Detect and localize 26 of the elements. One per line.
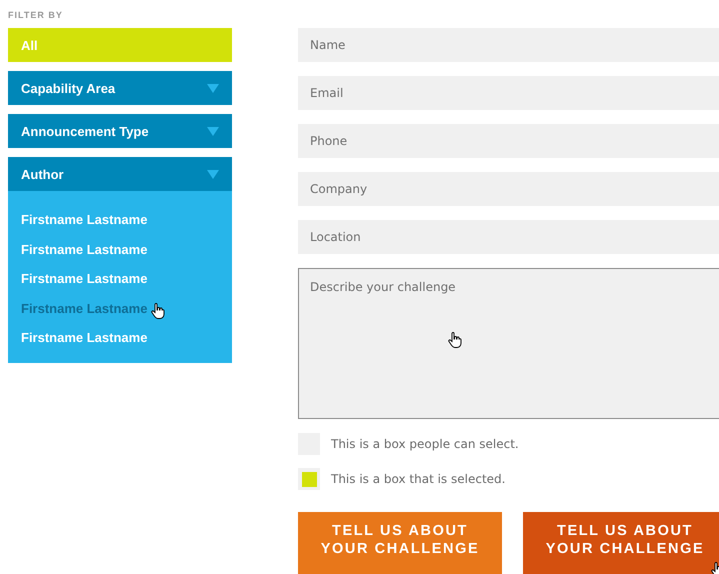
caret-icon xyxy=(207,84,219,92)
caret-icon xyxy=(207,170,219,178)
checkbox[interactable] xyxy=(298,468,320,490)
filter-button[interactable]: Author xyxy=(8,157,232,191)
checkbox-label: This is a box people can select. xyxy=(331,437,519,451)
filter-button[interactable]: All xyxy=(8,28,232,62)
author-option[interactable]: Firstname Lastname xyxy=(21,242,148,257)
text-field[interactable]: Location xyxy=(298,220,719,254)
author-option[interactable]: Firstname Lastname xyxy=(21,330,148,346)
checkbox-label: This is a box that is selected. xyxy=(331,472,506,486)
text-field[interactable]: Email xyxy=(298,76,719,110)
challenge-textarea[interactable]: Describe your challenge xyxy=(298,268,719,419)
challenge-button[interactable]: TELL US ABOUT YOUR CHALLENGE xyxy=(298,512,502,574)
challenge-button[interactable]: TELL US ABOUT YOUR CHALLENGE xyxy=(523,512,719,574)
text-field[interactable]: Name xyxy=(298,28,719,62)
filter-button[interactable]: Capability Area xyxy=(8,71,232,105)
text-field[interactable]: Phone xyxy=(298,124,719,158)
filter-button[interactable]: Announcement Type xyxy=(8,114,232,148)
author-option[interactable]: Firstname Lastname xyxy=(21,300,148,316)
hand-cursor-icon xyxy=(448,332,462,348)
filter-label: FILTER BY xyxy=(8,10,63,22)
author-option[interactable]: Firstname Lastname xyxy=(21,212,148,228)
caret-icon xyxy=(207,126,219,136)
hand-cursor-icon xyxy=(151,302,165,318)
author-option[interactable]: Firstname Lastname xyxy=(21,271,148,286)
text-field[interactable]: Company xyxy=(298,172,719,206)
